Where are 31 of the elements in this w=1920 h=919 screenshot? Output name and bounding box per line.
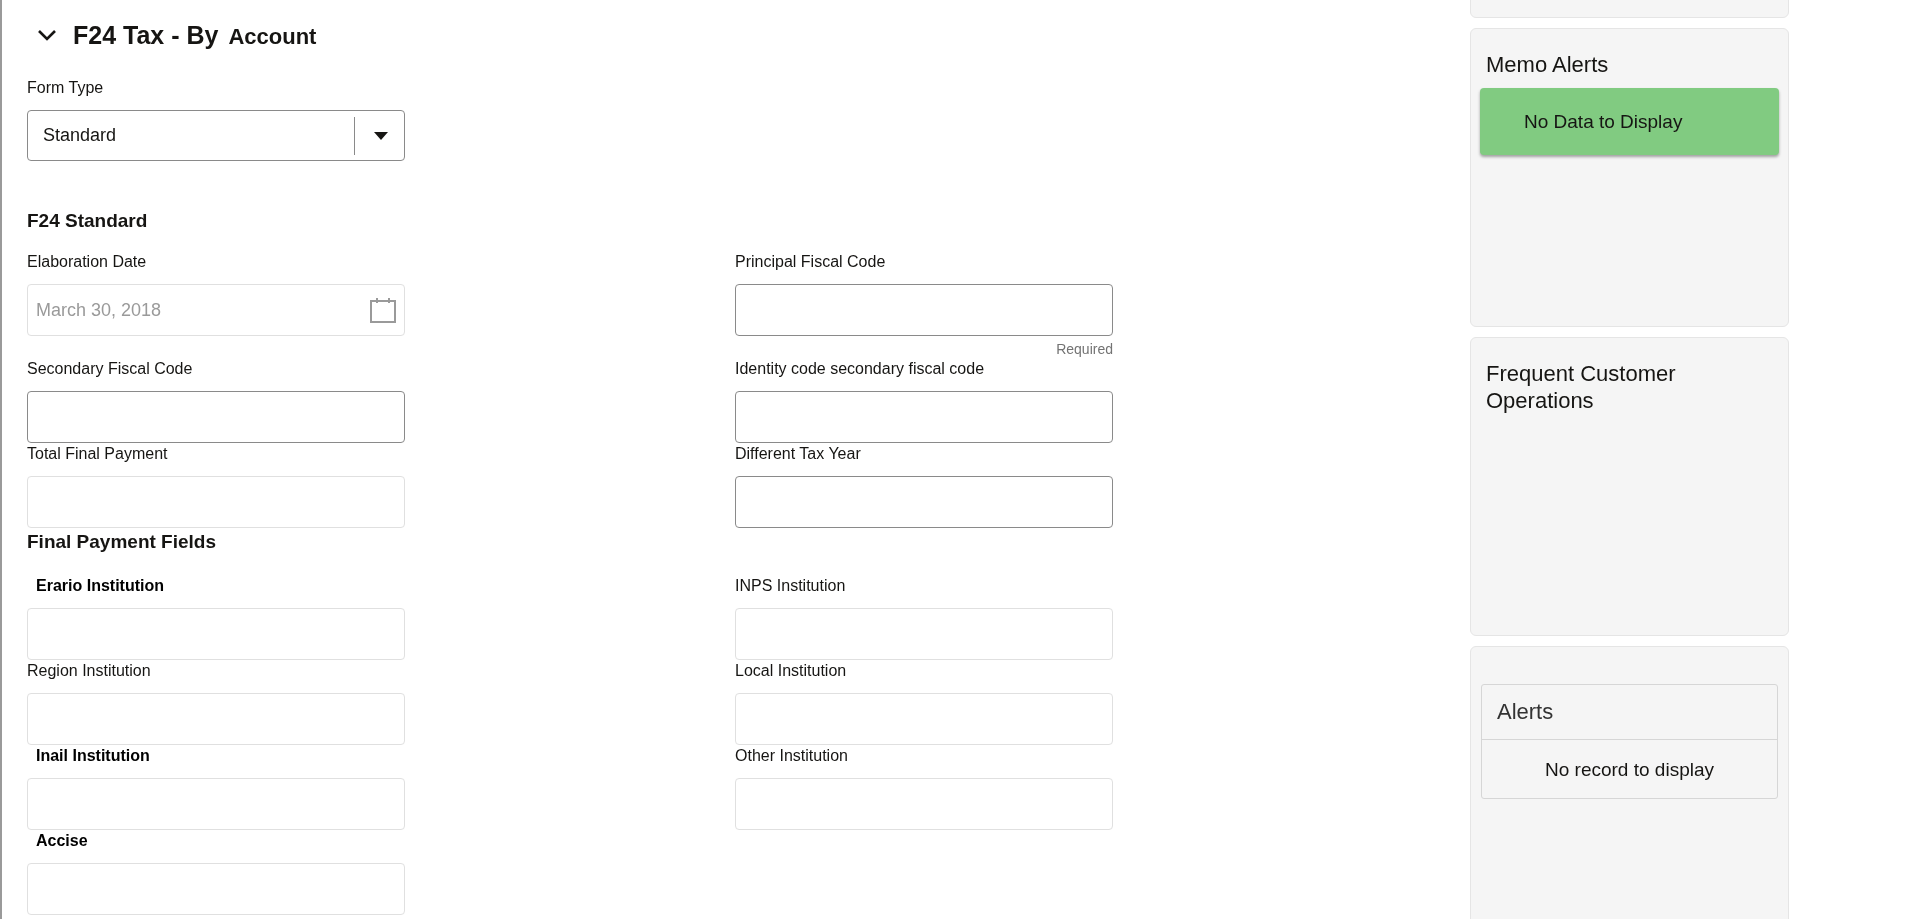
field-label: Principal Fiscal Code xyxy=(735,252,886,272)
input-field[interactable] xyxy=(27,391,405,443)
field-label: Other Institution xyxy=(735,746,848,766)
field-label: Identity code secondary fiscal code xyxy=(735,359,985,379)
form-type-select[interactable]: Standard xyxy=(27,110,405,161)
field-label: Region Institution xyxy=(27,661,151,681)
section-heading: F24 Standard xyxy=(27,209,148,233)
empty-message: No record to display xyxy=(1544,758,1715,782)
field-label: Different Tax Year xyxy=(735,444,861,464)
field-label: Local Institution xyxy=(735,661,847,681)
field-label: Total Final Payment xyxy=(27,444,168,464)
empty-message: No Data to Display xyxy=(1480,88,1779,155)
input-field[interactable] xyxy=(735,284,1113,336)
field-label: Secondary Fiscal Code xyxy=(27,359,193,379)
panel-title: Frequent Customer Operations xyxy=(1485,360,1677,414)
table-header: Alerts xyxy=(1482,685,1777,740)
field-label: Accise xyxy=(36,831,88,851)
chevron-icon[interactable] xyxy=(37,28,57,42)
input-field[interactable] xyxy=(735,391,1113,443)
panel-title: Memo Alerts xyxy=(1485,51,1609,78)
field-label: Inail Institution xyxy=(36,746,150,766)
field-label: INPS Institution xyxy=(735,576,846,596)
section-title-suffix: Account xyxy=(228,24,317,50)
required-hint: Required xyxy=(1056,340,1113,358)
section-title: F24 Tax - By xyxy=(73,20,219,50)
input-field[interactable] xyxy=(735,476,1113,528)
field-label: Erario Institution xyxy=(36,576,164,596)
section-heading: Final Payment Fields xyxy=(27,530,216,554)
field-label: Elaboration Date xyxy=(27,252,147,272)
caret-icon xyxy=(374,131,388,140)
field-label: Form Type xyxy=(27,78,104,98)
